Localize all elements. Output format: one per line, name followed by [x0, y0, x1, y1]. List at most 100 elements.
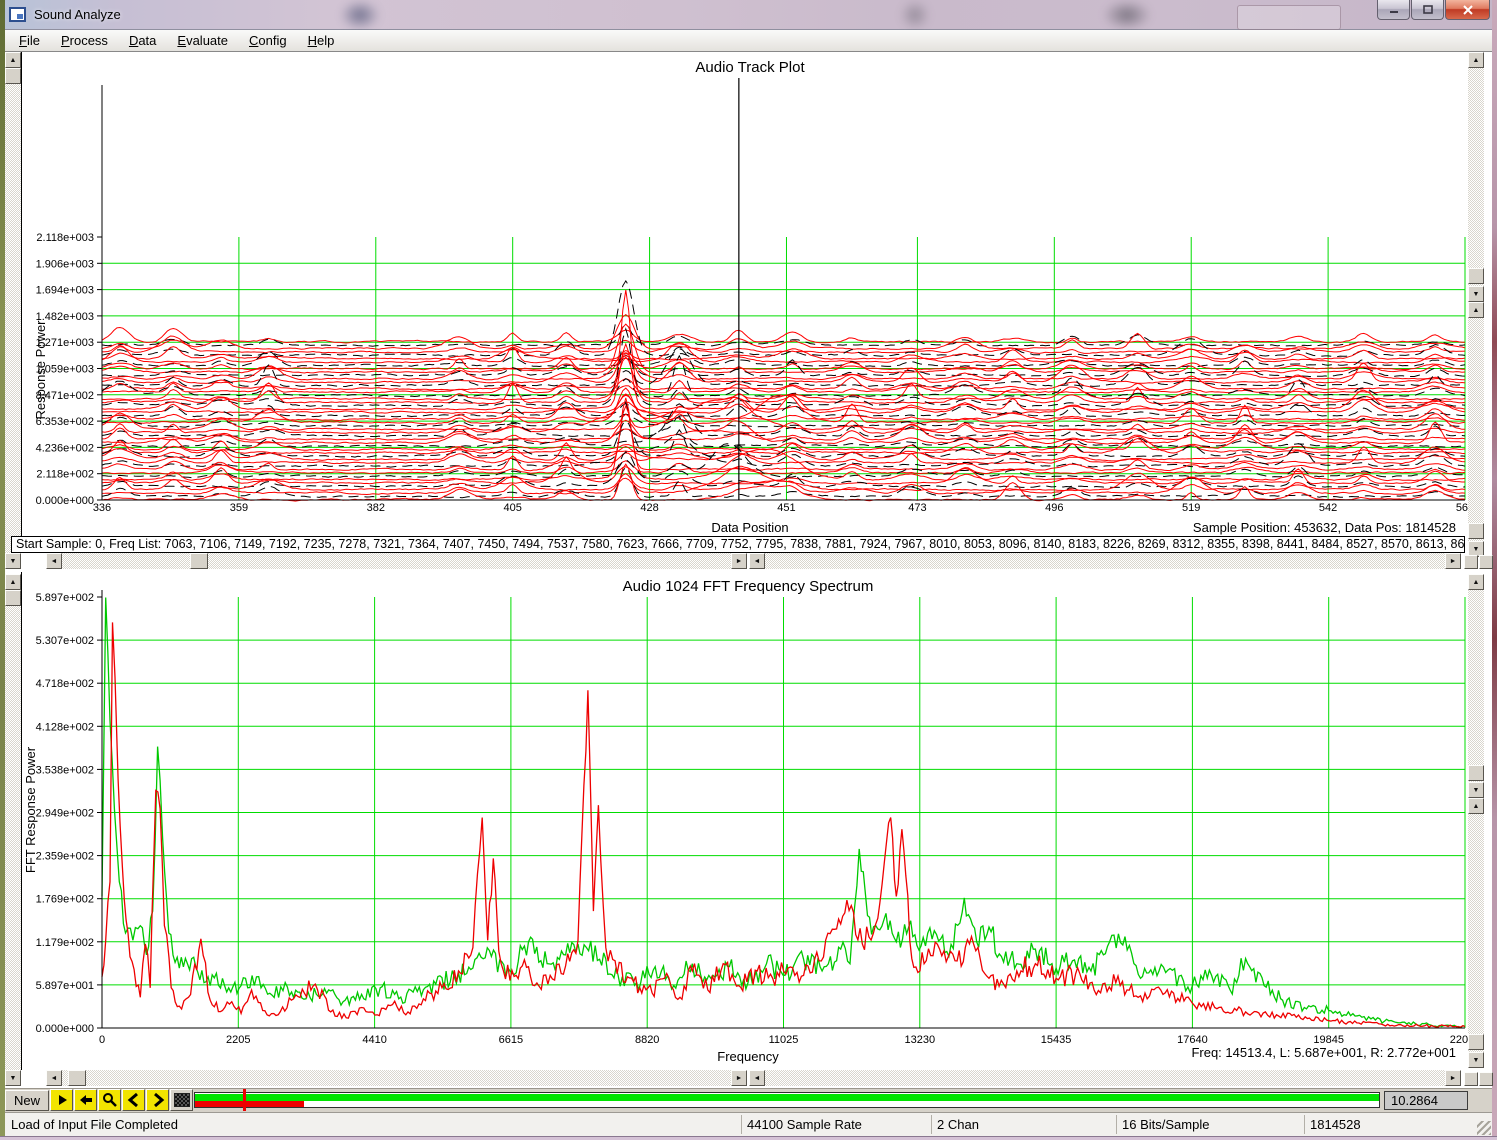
menu-bar: File Process Data Evaluate Config Help	[5, 30, 1492, 52]
chart-title: Audio Track Plot	[695, 59, 805, 76]
scroll-left-button[interactable]: ◄	[749, 1070, 765, 1086]
y-tick-label: 0.000e+000	[36, 1023, 94, 1035]
y-axis-label: FFT Response Power	[23, 746, 38, 873]
vertical-scrollbar-thumb[interactable]	[1468, 1034, 1484, 1050]
menu-item-evaluate[interactable]: Evaluate	[172, 33, 233, 48]
next-button[interactable]	[146, 1089, 169, 1111]
close-button[interactable]	[1445, 0, 1490, 20]
caption-buttons	[1377, 0, 1491, 21]
x-tick-label: 13230	[905, 1034, 936, 1046]
pane-corner-button[interactable]	[1479, 555, 1493, 569]
scroll-up-button[interactable]: ▲	[1468, 798, 1484, 814]
vertical-scrollbar-thumb[interactable]	[5, 68, 21, 84]
vertical-scrollbar-track[interactable]	[1468, 590, 1484, 782]
x-tick-label: 473	[908, 502, 926, 514]
vertical-scrollbar-track[interactable]	[1468, 814, 1484, 1052]
freq-readout-info: Freq: 14513.4, L: 5.687e+001, R: 2.772e+…	[1191, 1045, 1456, 1060]
scroll-down-button[interactable]: ▼	[5, 553, 21, 569]
waterfall-trace	[102, 290, 1465, 390]
scroll-down-button[interactable]: ▼	[5, 1070, 21, 1086]
scroll-left-button[interactable]: ◄	[46, 553, 62, 569]
position-value-field[interactable]: 10.2864	[1384, 1091, 1468, 1110]
x-tick-label: 15435	[1041, 1034, 1072, 1046]
x-axis-label: Frequency	[717, 1049, 779, 1064]
scroll-up-button[interactable]: ▲	[1468, 52, 1484, 68]
status-message: Load of Input File Completed	[11, 1117, 178, 1132]
waterfall-trace	[102, 394, 1465, 414]
horizontal-scrollbar-track[interactable]	[62, 553, 731, 569]
back-arrow-button[interactable]	[74, 1089, 97, 1111]
x-tick-label: 405	[504, 502, 522, 514]
y-tick-label: 3.538e+002	[36, 764, 94, 776]
track-plot-canvas[interactable]: 3363593824054284514734965195425650.000e+…	[0, 52, 1497, 534]
application-window: Sound Analyze File Process Data Evaluate Con…	[0, 0, 1497, 1140]
scroll-right-button[interactable]: ►	[731, 553, 747, 569]
checker-icon	[174, 1093, 190, 1107]
track-plot-pane: 3363593824054284514734965195425650.000e+…	[5, 52, 1492, 572]
zoom-button[interactable]	[98, 1089, 121, 1111]
x-axis-label: Data Position	[711, 520, 788, 534]
titlebar-reflection	[340, 0, 380, 30]
scroll-right-button[interactable]: ►	[731, 1070, 747, 1086]
progress-green-bar	[195, 1094, 1379, 1101]
vertical-scrollbar-thumb[interactable]	[5, 590, 21, 606]
resize-grip[interactable]	[1477, 1121, 1491, 1135]
scroll-right-button[interactable]: ►	[1445, 1070, 1461, 1086]
vertical-scrollbar-track[interactable]	[5, 68, 21, 553]
playback-progress-bar[interactable]	[194, 1092, 1380, 1108]
maximize-button[interactable]	[1411, 0, 1444, 20]
pane-corner-button[interactable]	[1479, 1072, 1493, 1086]
titlebar-reflection	[900, 0, 930, 30]
scroll-up-button[interactable]: ▲	[5, 574, 21, 590]
minimize-button[interactable]	[1377, 0, 1410, 20]
x-tick-label: 496	[1045, 502, 1063, 514]
magnifier-icon	[102, 1092, 118, 1108]
x-tick-label: 519	[1182, 502, 1200, 514]
scroll-up-button[interactable]: ▲	[5, 52, 21, 68]
waterfall-trace	[102, 328, 1465, 344]
vertical-scrollbar-thumb[interactable]	[1468, 268, 1484, 284]
scroll-up-button[interactable]: ▲	[1468, 574, 1484, 590]
scroll-down-button[interactable]: ▼	[1468, 1052, 1484, 1068]
horizontal-scrollbar-track[interactable]	[765, 553, 1445, 569]
menu-item-help[interactable]: Help	[303, 33, 340, 48]
vertical-scrollbar-track[interactable]	[5, 590, 21, 1070]
horizontal-scrollbar-thumb[interactable]	[68, 1070, 86, 1086]
scroll-up-button[interactable]: ▲	[1468, 302, 1484, 318]
scroll-right-button[interactable]: ►	[1445, 553, 1461, 569]
pane-corner-button[interactable]	[1464, 555, 1478, 569]
pattern-button[interactable]	[170, 1089, 193, 1111]
x-tick-label: 0	[99, 1034, 105, 1046]
scroll-down-button[interactable]: ▼	[1468, 782, 1484, 798]
vertical-scrollbar-thumb[interactable]	[1468, 523, 1484, 539]
progress-marker[interactable]	[243, 1089, 246, 1111]
chevron-left-icon	[126, 1092, 142, 1108]
scroll-left-button[interactable]: ◄	[749, 553, 765, 569]
horizontal-scrollbar-track[interactable]	[62, 1070, 731, 1086]
title-bar[interactable]: Sound Analyze	[0, 0, 1497, 30]
pane-corner-button[interactable]	[1464, 1072, 1478, 1086]
y-tick-label: 1.906e+003	[36, 258, 94, 270]
sample-rate-field: 44100 Sample Rate	[741, 1115, 932, 1134]
vertical-scrollbar-track[interactable]	[1468, 68, 1484, 286]
y-tick-label: 4.128e+002	[36, 721, 94, 733]
new-button[interactable]: New	[5, 1090, 49, 1111]
horizontal-scrollbar-track[interactable]	[765, 1070, 1445, 1086]
fft-canvas[interactable]: 0220544106615882011025132301543517640198…	[0, 572, 1497, 1068]
play-button[interactable]	[50, 1089, 73, 1111]
menu-item-file[interactable]: File	[14, 33, 45, 48]
bits-field: 16 Bits/Sample	[1116, 1115, 1305, 1134]
y-tick-label: 2.949e+002	[36, 808, 94, 820]
scroll-down-button[interactable]: ▼	[1468, 286, 1484, 302]
x-tick-label: 11025	[769, 1034, 799, 1046]
scroll-left-button[interactable]: ◄	[46, 1070, 62, 1086]
vertical-scrollbar-thumb[interactable]	[1468, 765, 1484, 781]
menu-item-process[interactable]: Process	[56, 33, 113, 48]
horizontal-scrollbar-thumb[interactable]	[190, 553, 208, 569]
vertical-scrollbar-track[interactable]	[1468, 318, 1484, 541]
menu-item-config[interactable]: Config	[244, 33, 292, 48]
menu-item-data[interactable]: Data	[124, 33, 161, 48]
prev-button[interactable]	[122, 1089, 145, 1111]
x-tick-label: 428	[640, 502, 658, 514]
y-tick-label: 4.236e+002	[36, 442, 94, 454]
